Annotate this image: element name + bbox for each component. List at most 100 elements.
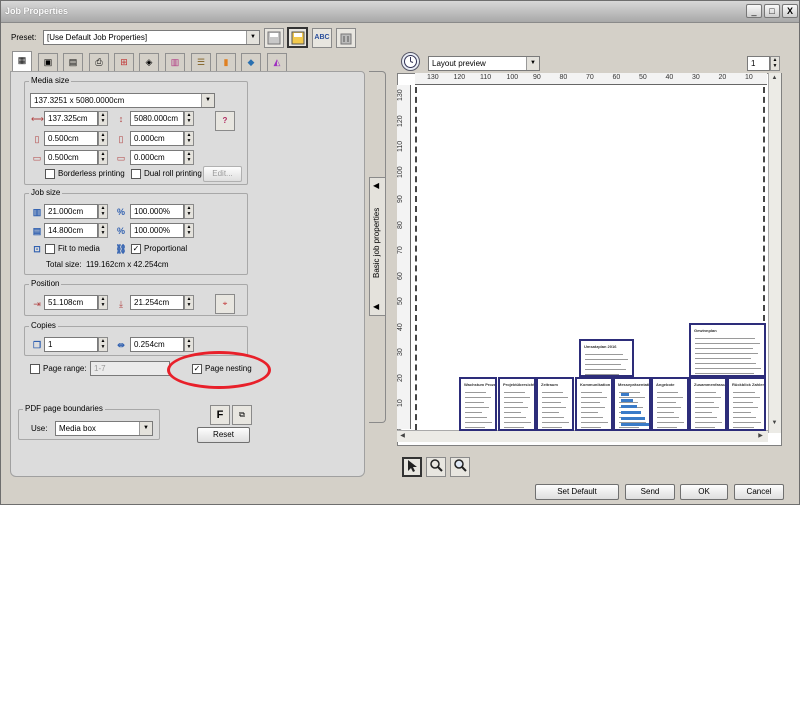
page-range-checkbox[interactable]: [30, 364, 40, 374]
copies-gap-stepper[interactable]: ▲ ▼: [184, 337, 194, 352]
minimize-button[interactable]: _: [746, 4, 762, 18]
position-pick-icon[interactable]: ⌖: [215, 294, 235, 314]
thumbnail-line: [733, 407, 758, 408]
copies-count-field[interactable]: 1: [44, 337, 98, 352]
ruler-tick: 70: [586, 74, 594, 81]
page-number-stepper[interactable]: ▲ ▼: [770, 56, 780, 71]
thumbnail-title: Zeitraum: [541, 382, 558, 387]
preview-mode-dropdown[interactable]: Layout preview ▼: [428, 56, 540, 71]
fit-to-media-label: Fit to media: [58, 244, 100, 253]
proportional-checkbox[interactable]: ✓: [131, 244, 141, 254]
borderless-checkbox[interactable]: [45, 169, 55, 179]
edit-button[interactable]: Edit...: [203, 166, 242, 182]
ruler-tick: 80: [397, 220, 404, 229]
margin-top-field[interactable]: 0.500cm: [44, 150, 98, 165]
dual-roll-checkbox[interactable]: [131, 169, 141, 179]
vertical-scrollbar[interactable]: ▲ ▼: [768, 73, 781, 433]
scroll-right-icon[interactable]: ▶: [755, 431, 766, 442]
thumbnail-title: Projektübersicht: [503, 382, 535, 387]
copies-count-stepper[interactable]: ▲ ▼: [98, 337, 108, 352]
margin-right-field[interactable]: 0.000cm: [130, 131, 184, 146]
set-default-button[interactable]: Set Default: [535, 484, 619, 500]
copies-gap-field[interactable]: 0.254cm: [130, 337, 184, 352]
margin-right-stepper[interactable]: ▲ ▼: [184, 131, 194, 146]
spell-check-icon[interactable]: ABC: [312, 28, 332, 48]
delete-preset-icon[interactable]: [336, 28, 356, 48]
margin-left-field[interactable]: 0.500cm: [44, 131, 98, 146]
save-preset-icon[interactable]: [264, 28, 284, 48]
tab-media[interactable]: ▣: [38, 53, 58, 71]
scroll-left-icon[interactable]: ◀: [397, 431, 408, 442]
tab-spot-colors[interactable]: ◭: [267, 53, 287, 71]
tab-layout[interactable]: ▦: [12, 51, 32, 72]
font-icon[interactable]: F: [210, 405, 230, 425]
media-size-dropdown[interactable]: 137.3251 x 5080.0000cm ▼: [30, 93, 215, 108]
job-width-percent-stepper[interactable]: ▲ ▼: [184, 204, 194, 219]
position-y-stepper[interactable]: ▲ ▼: [184, 295, 194, 310]
position-x-field[interactable]: 51.108cm: [44, 295, 98, 310]
nesting-options-icon[interactable]: ⧉: [232, 405, 252, 425]
media-width-stepper[interactable]: ▲ ▼: [98, 111, 108, 126]
title-bar[interactable]: Job Properties _ □ X: [1, 1, 799, 23]
zoom-in-icon[interactable]: [450, 457, 470, 477]
scroll-down-icon[interactable]: ▼: [769, 418, 780, 429]
tab-layers[interactable]: ☰: [191, 53, 211, 71]
ok-button[interactable]: OK: [680, 484, 728, 500]
thumbnail-title: Wachstum Prozentsatz: [464, 382, 497, 387]
tab-page[interactable]: ▤: [63, 53, 83, 71]
cancel-button[interactable]: Cancel: [734, 484, 784, 500]
horizontal-scrollbar[interactable]: ◀ ▶: [397, 430, 768, 442]
margin-bottom-field[interactable]: 0.000cm: [130, 150, 184, 165]
job-width-percent-field[interactable]: 100.000%: [130, 204, 184, 219]
tab-color-bars[interactable]: ▥: [165, 53, 185, 71]
close-button[interactable]: X: [782, 4, 798, 18]
reset-button[interactable]: Reset: [197, 427, 250, 443]
zoom-area-icon[interactable]: [426, 457, 446, 477]
basic-job-properties-tab[interactable]: ◀ Basic job properties ◀: [369, 177, 386, 316]
job-height-stepper[interactable]: ▲ ▼: [98, 223, 108, 238]
tab-color-management[interactable]: ▮: [216, 53, 236, 71]
job-width-field[interactable]: 21.000cm: [44, 204, 98, 219]
maximize-button[interactable]: □: [764, 4, 780, 18]
page-number-field[interactable]: 1: [747, 56, 770, 71]
save-as-preset-icon[interactable]: [287, 27, 308, 48]
margin-top-stepper[interactable]: ▲ ▼: [98, 150, 108, 165]
tab-finishing[interactable]: ◆: [241, 53, 261, 71]
pointer-tool-icon[interactable]: [402, 457, 422, 477]
preset-dropdown[interactable]: [Use Default Job Properties] ▼: [43, 30, 260, 45]
thumbnail-line: [733, 427, 754, 428]
media-length-field[interactable]: 5080.000cm: [130, 111, 184, 126]
thumbnail-line: [504, 427, 524, 428]
position-y-field[interactable]: 21.254cm: [130, 295, 184, 310]
thumbnail-line: [695, 397, 721, 398]
job-height-field[interactable]: 14.800cm: [44, 223, 98, 238]
job-width-stepper[interactable]: ▲ ▼: [98, 204, 108, 219]
send-button[interactable]: Send: [625, 484, 675, 500]
media-info-icon[interactable]: ?: [215, 111, 235, 131]
margin-left-stepper[interactable]: ▲ ▼: [98, 131, 108, 146]
ruler-tick: 60: [397, 271, 404, 280]
margin-bottom-stepper[interactable]: ▲ ▼: [184, 150, 194, 165]
clock-icon[interactable]: [401, 52, 420, 71]
thumbnail-line: [733, 402, 753, 403]
media-width-field[interactable]: 137.325cm: [44, 111, 98, 126]
thumbnail-line: [695, 373, 754, 374]
thumbnail-line: [657, 427, 677, 428]
tab-print-mode[interactable]: ◈: [139, 53, 159, 71]
position-x-icon: ⇥: [33, 299, 41, 309]
scroll-up-icon[interactable]: ▲: [769, 73, 780, 84]
pdf-boundaries-dropdown[interactable]: Media box ▼: [55, 421, 153, 436]
page-range-field[interactable]: 1-7: [90, 361, 170, 376]
fit-to-media-checkbox[interactable]: [45, 244, 55, 254]
tab-crop-marks[interactable]: ⊞: [114, 53, 134, 71]
media-length-stepper[interactable]: ▲ ▼: [184, 111, 194, 126]
position-x-stepper[interactable]: ▲ ▼: [98, 295, 108, 310]
percent-height-icon: %: [116, 226, 125, 236]
thumbnail-line: [585, 374, 619, 375]
job-height-percent-field[interactable]: 100.000%: [130, 223, 184, 238]
tab-printer[interactable]: ⎙: [89, 53, 109, 71]
thumbnail-line: [733, 417, 756, 418]
job-height-percent-stepper[interactable]: ▲ ▼: [184, 223, 194, 238]
ruler-tick: 120: [397, 114, 404, 127]
thumbnail-line: [581, 397, 607, 398]
